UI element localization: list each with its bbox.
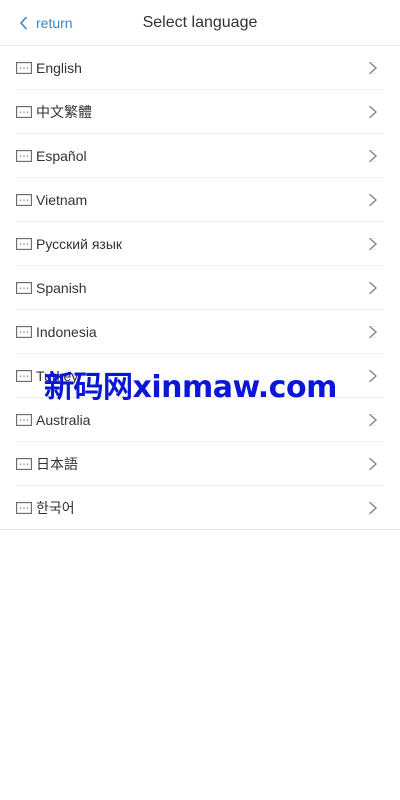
keyboard-icon — [16, 369, 32, 382]
keyboard-icon — [16, 237, 32, 250]
keyboard-icon — [16, 61, 32, 74]
language-item-russian[interactable]: Русский язык — [16, 222, 384, 266]
chevron-left-icon — [20, 16, 27, 30]
chevron-right-icon — [369, 369, 377, 383]
language-item-australia[interactable]: Australia — [16, 398, 384, 442]
keyboard-icon — [16, 501, 32, 514]
chevron-right-icon — [369, 281, 377, 295]
keyboard-icon — [16, 325, 32, 338]
language-item-spanish[interactable]: Spanish — [16, 266, 384, 310]
chevron-right-icon — [369, 325, 377, 339]
language-label: Spanish — [36, 279, 87, 296]
language-item-espanol[interactable]: Español — [16, 134, 384, 178]
language-item-korean[interactable]: 한국어 — [0, 486, 400, 530]
language-list: English 中文繁體 Español Vietnam Русский язы… — [0, 46, 400, 530]
language-label: Español — [36, 147, 87, 164]
language-label: 中文繁體 — [36, 103, 92, 120]
language-item-japanese[interactable]: 日本語 — [16, 442, 384, 486]
chevron-right-icon — [369, 61, 377, 75]
back-label: return — [36, 15, 73, 31]
language-label: Australia — [36, 411, 91, 428]
keyboard-icon — [16, 281, 32, 294]
chevron-right-icon — [369, 413, 377, 427]
chevron-right-icon — [369, 237, 377, 251]
keyboard-icon — [16, 105, 32, 118]
language-label: Vietnam — [36, 191, 88, 208]
keyboard-icon — [16, 413, 32, 426]
keyboard-icon — [16, 193, 32, 206]
keyboard-icon — [16, 149, 32, 162]
chevron-right-icon — [369, 501, 377, 515]
language-item-turkey[interactable]: Turkey — [16, 354, 384, 398]
language-item-indonesia[interactable]: Indonesia — [16, 310, 384, 354]
chevron-right-icon — [369, 193, 377, 207]
language-item-vietnam[interactable]: Vietnam — [16, 178, 384, 222]
language-label: English — [36, 59, 82, 76]
language-label: Русский язык — [36, 235, 123, 252]
chevron-right-icon — [369, 105, 377, 119]
language-label: Indonesia — [36, 323, 97, 340]
chevron-right-icon — [369, 149, 377, 163]
chevron-right-icon — [369, 457, 377, 471]
language-item-traditional-chinese[interactable]: 中文繁體 — [16, 90, 384, 134]
language-item-english[interactable]: English — [16, 46, 384, 90]
language-label: Turkey — [36, 367, 79, 384]
language-label: 한국어 — [36, 499, 75, 516]
header-bar: return Select language — [0, 0, 400, 46]
back-button[interactable]: return — [18, 0, 73, 46]
keyboard-icon — [16, 457, 32, 470]
language-label: 日本語 — [36, 455, 78, 472]
